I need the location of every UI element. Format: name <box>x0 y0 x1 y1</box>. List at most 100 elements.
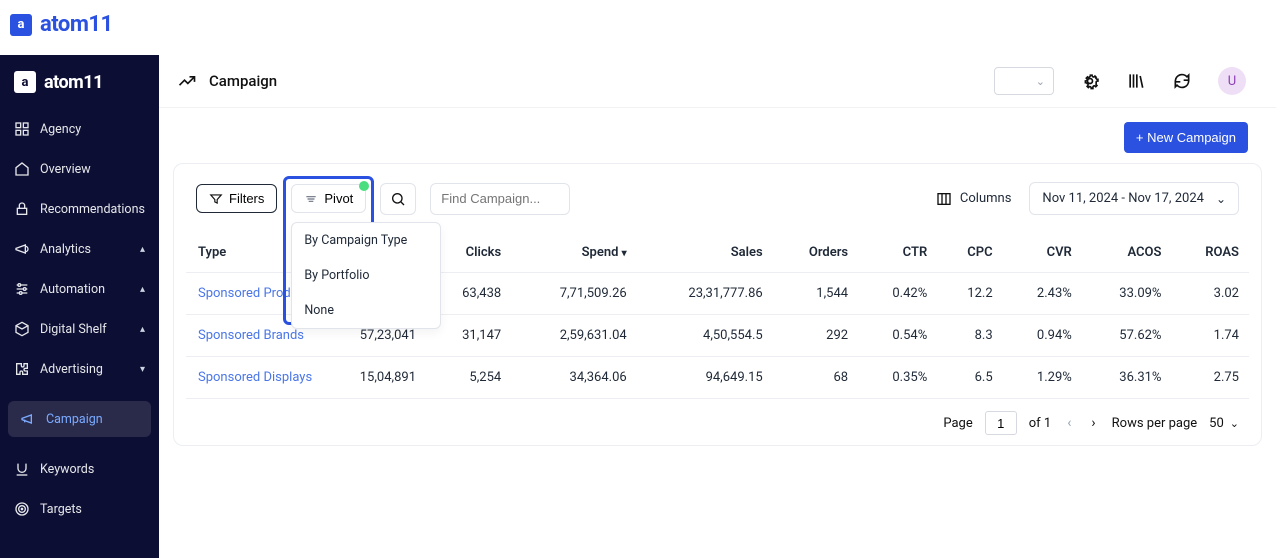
cell: 0.35% <box>858 357 937 399</box>
cell: 23,31,777.86 <box>637 273 773 315</box>
campaign-card: Filters Pivot By Campaign Type By Portfo… <box>173 163 1262 446</box>
cell: 2.43% <box>1003 273 1082 315</box>
sort-desc-icon: ▾ <box>622 248 627 259</box>
lock-icon <box>14 201 30 217</box>
sidebar-label: Campaign <box>46 412 103 427</box>
col-orders[interactable]: Orders <box>773 233 858 273</box>
filters-label: Filters <box>229 191 264 206</box>
date-range-button[interactable]: Nov 11, 2024 - Nov 17, 2024 ⌄ <box>1029 182 1239 215</box>
topbar: Campaign ⌄ U <box>159 55 1276 108</box>
cell: 1.29% <box>1003 357 1082 399</box>
sidebar-label: Automation <box>40 282 105 297</box>
sidebar-item-agency[interactable]: Agency <box>0 109 159 149</box>
sidebar-item-targets[interactable]: Targets <box>0 489 159 529</box>
pagination: Page of 1 ‹ › Rows per page 50 ⌄ <box>186 399 1249 435</box>
col-cvr[interactable]: CVR <box>1003 233 1082 273</box>
chevron-down-icon: ⌄ <box>1036 75 1045 88</box>
sidebar-item-keywords[interactable]: Keywords <box>0 449 159 489</box>
sidebar-item-overview[interactable]: Overview <box>0 149 159 189</box>
sidebar: a atom11 Agency Overview Recommendations… <box>0 55 159 558</box>
page-title: Campaign <box>209 72 277 90</box>
filter-icon <box>209 192 223 206</box>
chevron-up-icon: ▴ <box>140 324 145 335</box>
new-campaign-button[interactable]: + New Campaign <box>1124 122 1248 153</box>
col-roas[interactable]: ROAS <box>1171 233 1249 273</box>
sidebar-item-advertising[interactable]: Advertising ▾ <box>0 349 159 389</box>
refresh-icon[interactable] <box>1172 71 1192 91</box>
sidebar-brand-mark-icon: a <box>14 71 36 93</box>
cell: 1.74 <box>1171 315 1249 357</box>
rows-per-page-label: Rows per page <box>1112 416 1198 431</box>
search-input[interactable] <box>430 183 570 215</box>
pivot-option-portfolio[interactable]: By Portfolio <box>292 258 440 293</box>
col-cpc[interactable]: CPC <box>937 233 1002 273</box>
sidebar-label: Keywords <box>40 462 94 477</box>
avatar[interactable]: U <box>1218 67 1246 95</box>
prev-page-button[interactable]: ‹ <box>1063 415 1075 431</box>
pivot-option-none[interactable]: None <box>292 293 440 328</box>
sidebar-item-digital-shelf[interactable]: Digital Shelf ▴ <box>0 309 159 349</box>
gear-icon[interactable] <box>1080 71 1100 91</box>
megaphone-alt-icon <box>20 411 36 427</box>
of-label: of 1 <box>1029 416 1051 431</box>
cell: 0.54% <box>858 315 937 357</box>
outer-brand: a atom11 <box>0 0 1276 55</box>
page-input[interactable] <box>985 411 1017 435</box>
home-icon <box>14 161 30 177</box>
search-button[interactable] <box>380 183 416 215</box>
row-type-link[interactable]: Sponsored Displays <box>186 357 336 399</box>
chevron-down-icon: ⌄ <box>1216 192 1226 206</box>
pivot-option-campaign-type[interactable]: By Campaign Type <box>292 223 440 258</box>
cell: 33.09% <box>1082 273 1172 315</box>
cell: 6.5 <box>937 357 1002 399</box>
rows-per-page-select[interactable]: 50 ⌄ <box>1209 416 1239 431</box>
cell: 1,544 <box>773 273 858 315</box>
columns-icon <box>936 191 952 207</box>
cell: 68 <box>773 357 858 399</box>
sidebar-brand: a atom11 <box>0 61 159 109</box>
col-sales[interactable]: Sales <box>637 233 773 273</box>
sidebar-label: Targets <box>40 502 82 517</box>
sidebar-item-recommendations[interactable]: Recommendations <box>0 189 159 229</box>
columns-button[interactable]: Columns <box>936 191 1012 207</box>
table-row: Sponsored Displays 15,04,891 5,254 34,36… <box>186 357 1249 399</box>
sidebar-label: Digital Shelf <box>40 322 107 337</box>
chevron-up-icon: ▴ <box>140 244 145 255</box>
target-icon <box>14 501 30 517</box>
puzzle-icon <box>14 361 30 377</box>
sidebar-item-automation[interactable]: Automation ▴ <box>0 269 159 309</box>
col-acos[interactable]: ACOS <box>1082 233 1172 273</box>
main-area: Campaign ⌄ U + New Campaign Fi <box>159 55 1276 558</box>
cell: 0.94% <box>1003 315 1082 357</box>
sidebar-item-campaign[interactable]: Campaign <box>8 401 151 437</box>
sliders-icon <box>14 281 30 297</box>
cell: 7,71,509.26 <box>511 273 636 315</box>
cell: 5,254 <box>426 357 511 399</box>
underline-icon <box>14 461 30 477</box>
next-page-button[interactable]: › <box>1087 415 1099 431</box>
books-icon[interactable] <box>1126 71 1146 91</box>
col-ctr[interactable]: CTR <box>858 233 937 273</box>
sidebar-item-analytics[interactable]: Analytics ▴ <box>0 229 159 269</box>
topbar-select[interactable]: ⌄ <box>994 67 1054 95</box>
cell: 8.3 <box>937 315 1002 357</box>
pivot-button[interactable]: Pivot <box>291 184 366 213</box>
table-toolbar: Filters Pivot By Campaign Type By Portfo… <box>186 164 1249 233</box>
cell: 15,04,891 <box>336 357 426 399</box>
filters-button[interactable]: Filters <box>196 184 277 213</box>
chevron-up-icon: ▴ <box>140 284 145 295</box>
sidebar-label: Analytics <box>40 242 91 257</box>
col-spend[interactable]: Spend ▾ <box>511 233 636 273</box>
grid-icon <box>14 121 30 137</box>
cell: 0.42% <box>858 273 937 315</box>
cell: 292 <box>773 315 858 357</box>
page-label: Page <box>943 416 972 431</box>
cell: 4,50,554.5 <box>637 315 773 357</box>
cell: 12.2 <box>937 273 1002 315</box>
cell: 2.75 <box>1171 357 1249 399</box>
sidebar-label: Overview <box>40 162 91 177</box>
sidebar-label: Recommendations <box>40 202 145 217</box>
cell: 2,59,631.04 <box>511 315 636 357</box>
columns-label: Columns <box>960 191 1012 206</box>
sidebar-brand-name: atom11 <box>44 72 103 93</box>
